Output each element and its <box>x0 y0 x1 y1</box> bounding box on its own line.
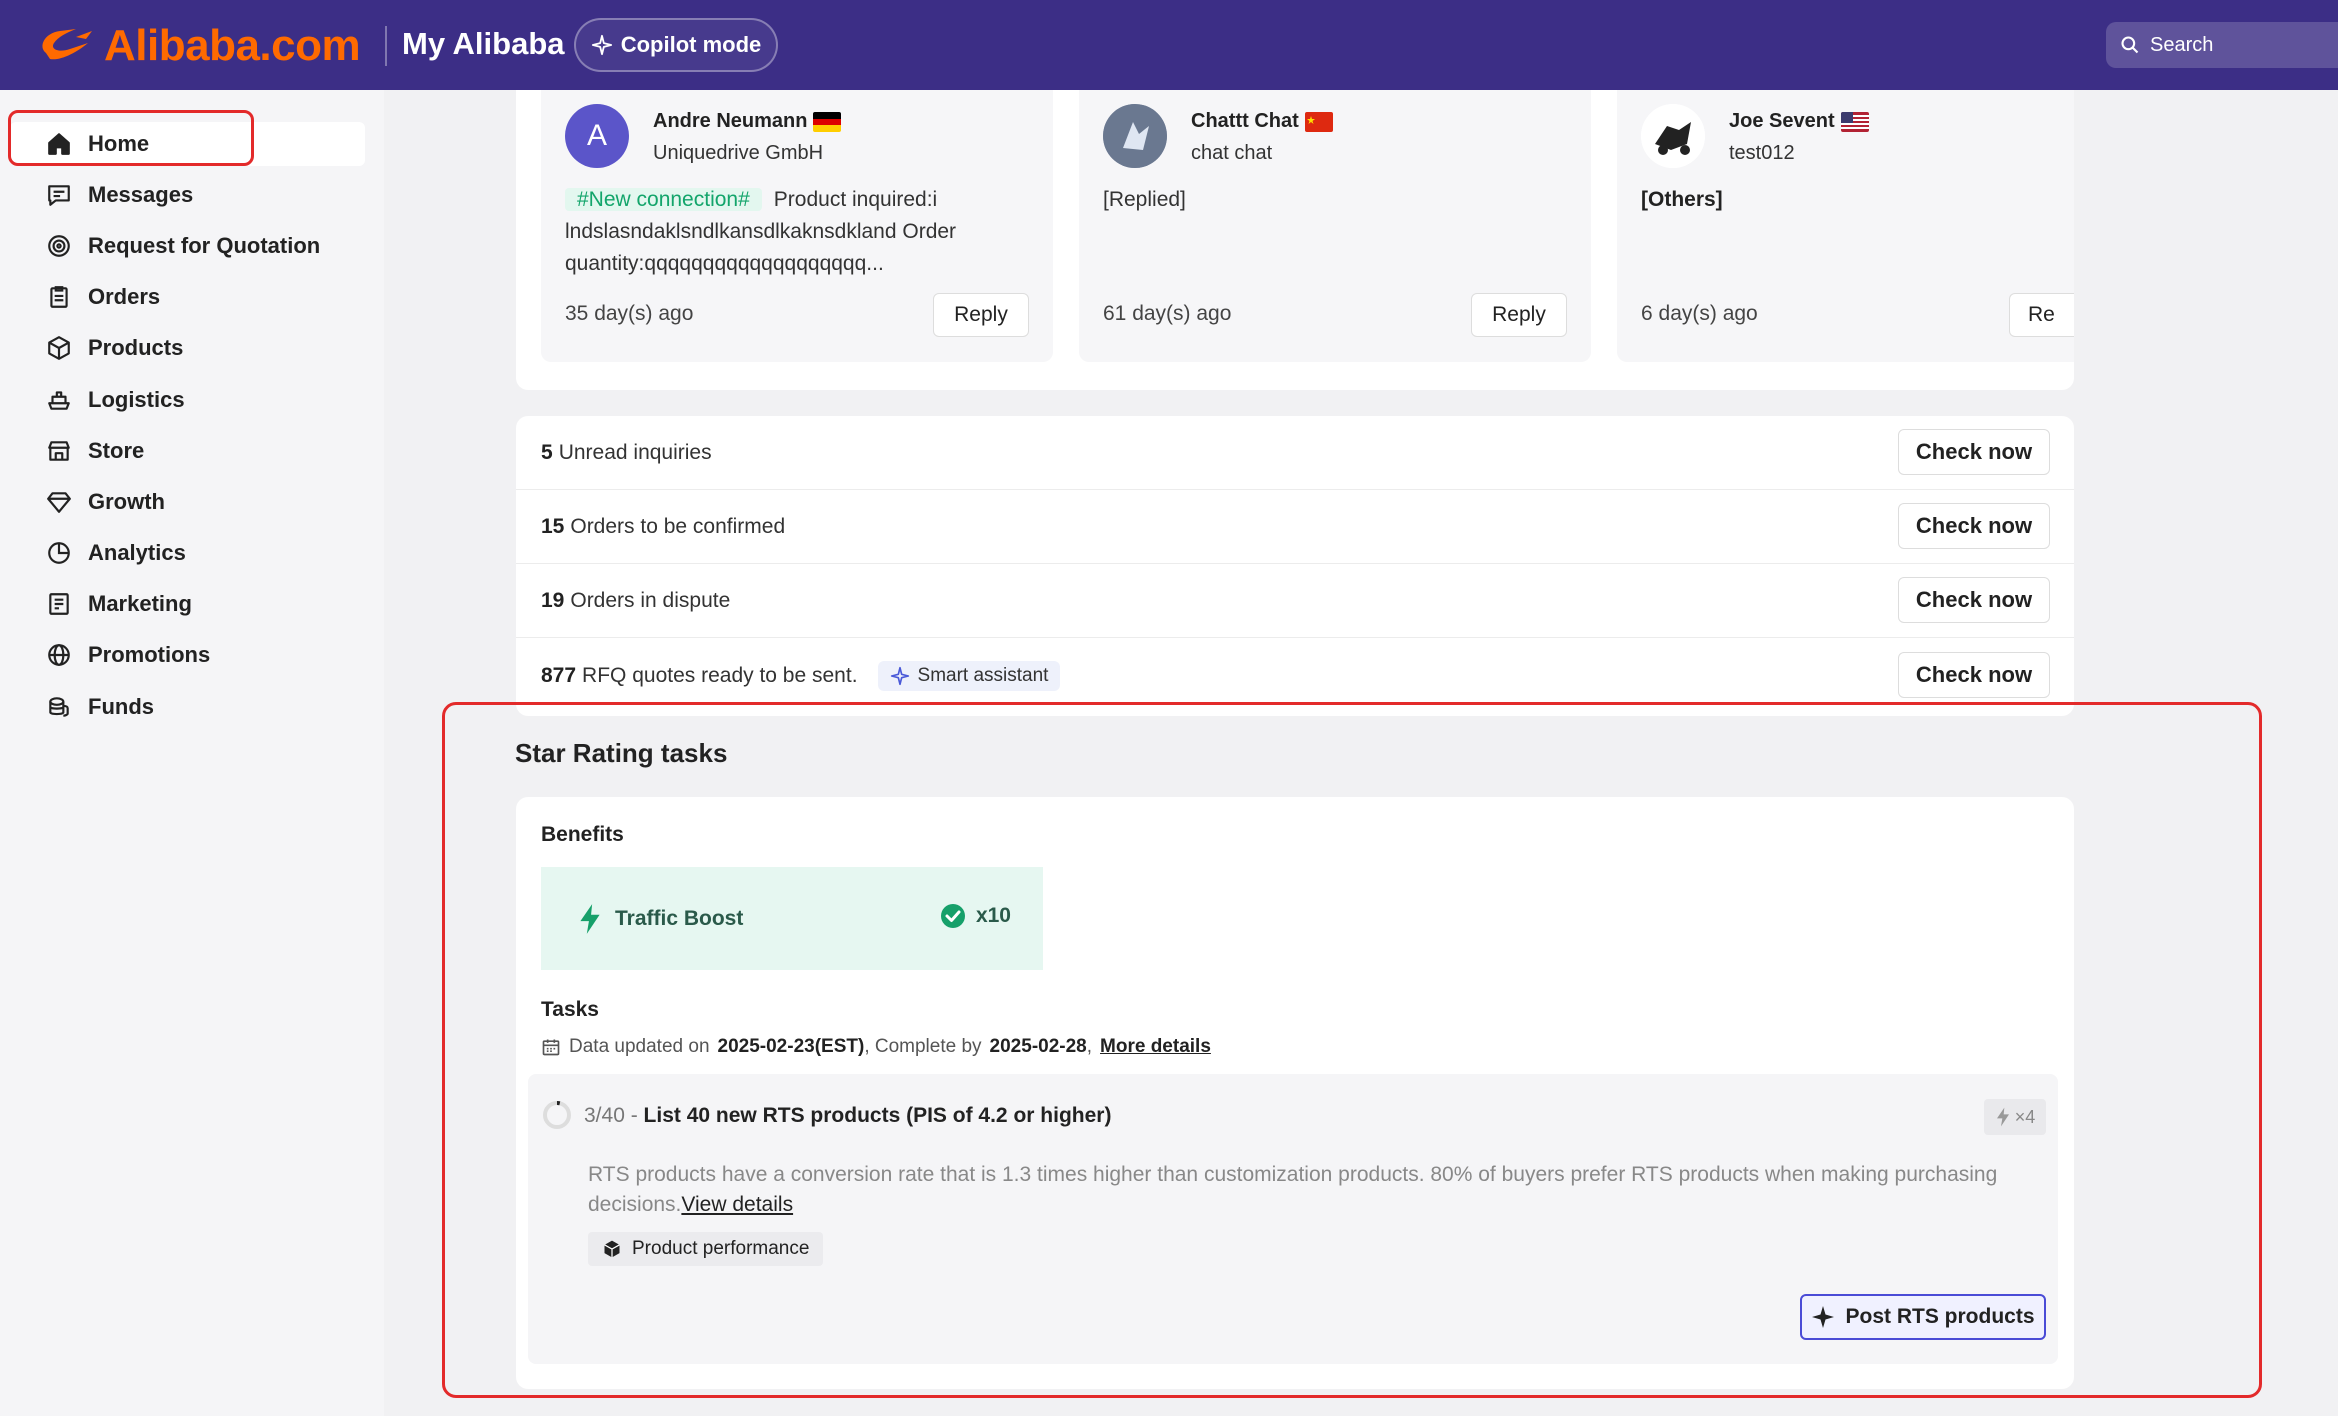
clipboard-icon <box>50 286 68 308</box>
copilot-mode-button[interactable]: Copilot mode <box>574 18 778 72</box>
smart-assistant-badge[interactable]: Smart assistant <box>877 661 1061 691</box>
usa-flag-icon <box>1840 111 1869 132</box>
inquiry-label: Orders in dispute <box>570 588 731 612</box>
contact-name: Andre Neumann <box>653 110 808 132</box>
reply-button[interactable]: Reply <box>1471 293 1567 337</box>
sidebar-item-label: Funds <box>88 694 154 719</box>
sidebar-item-promotions[interactable]: Promotions <box>10 633 365 677</box>
sidebar-item-products[interactable]: Products <box>10 326 365 370</box>
sidebar-item-rfq[interactable]: Request for Quotation <box>10 224 365 268</box>
avatar-image-icon <box>1641 104 1705 168</box>
sidebar-item-funds[interactable]: Funds <box>10 685 365 729</box>
copilot-label: Copilot mode <box>620 32 762 57</box>
sparkle-icon <box>890 666 909 686</box>
sidebar: Home Messages Request for Quotation Orde… <box>0 90 384 1416</box>
sidebar-item-label: Orders <box>88 284 161 309</box>
pie-chart-icon <box>48 542 70 564</box>
inquiries-panel: 5 Unread inquiries Check now 15 Orders t… <box>516 416 2074 716</box>
sidebar-item-growth[interactable]: Growth <box>10 480 365 524</box>
inquiry-count: 15 <box>541 514 565 538</box>
sidebar-item-label: Products <box>88 335 184 360</box>
logo-text: Alibaba.com <box>104 21 361 70</box>
message-time: 61 day(s) ago <box>1103 302 1232 325</box>
reply-button[interactable]: Re <box>2009 293 2074 337</box>
page-title[interactable]: My Alibaba <box>402 26 565 62</box>
contact-name-row: Joe Sevent <box>1729 110 1869 133</box>
highlight-annotation-star-rating <box>442 702 2262 1398</box>
reply-button[interactable]: Reply <box>933 293 1029 337</box>
sidebar-item-label: Promotions <box>88 642 211 667</box>
contact-name: Chattt Chat <box>1191 110 1299 132</box>
ad-icon <box>49 593 69 615</box>
message-preview: #New connection# Product inquired:i lndsl… <box>565 184 1033 280</box>
message-time: 6 day(s) ago <box>1641 302 1758 325</box>
search-input[interactable]: Search <box>2106 22 2338 68</box>
sidebar-item-store[interactable]: Store <box>10 429 365 473</box>
sidebar-item-label: Growth <box>88 489 165 514</box>
inquiry-row: 15 Orders to be confirmed Check now <box>516 490 2074 564</box>
avatar <box>1641 104 1705 168</box>
china-flag-icon <box>1304 111 1333 132</box>
message-preview: [Others] <box>1641 188 1723 211</box>
check-now-button[interactable]: Check now <box>1898 429 2050 475</box>
message-time: 35 day(s) ago <box>565 302 694 325</box>
inquiry-row: 19 Orders in dispute Check now <box>516 564 2074 638</box>
search-icon <box>2121 36 2139 54</box>
message-preview: [Replied] <box>1103 188 1186 211</box>
sidebar-item-label: Messages <box>88 182 194 207</box>
avatar-image-icon <box>1103 104 1167 168</box>
avatar <box>1103 104 1167 168</box>
highlight-annotation-home <box>8 110 254 166</box>
message-card[interactable]: Joe Sevent test012 [Others] 6 day(s) ago… <box>1617 90 2074 362</box>
sidebar-item-label: Logistics <box>88 387 185 412</box>
contact-name-row: Andre Neumann <box>653 110 842 133</box>
contact-company: test012 <box>1729 142 1795 164</box>
sidebar-item-label: Analytics <box>88 540 186 565</box>
check-now-button[interactable]: Check now <box>1898 503 2050 549</box>
sidebar-item-label: Marketing <box>88 591 192 616</box>
alibaba-logo-icon <box>42 29 92 60</box>
contact-name-row: Chattt Chat <box>1191 110 1333 133</box>
inquiry-label: RFQ quotes ready to be sent. <box>582 664 858 687</box>
ship-icon <box>48 391 70 410</box>
sidebar-item-orders[interactable]: Orders <box>10 275 365 319</box>
inquiry-row: 5 Unread inquiries Check now <box>516 416 2074 490</box>
globe-icon <box>48 644 70 666</box>
germany-flag-icon <box>813 111 842 132</box>
inquiry-count: 877 <box>541 664 577 687</box>
message-card[interactable]: A Andre Neumann Uniquedrive GmbH #New co… <box>541 90 1053 362</box>
sidebar-item-label: Request for Quotation <box>88 233 321 258</box>
messages-icon <box>48 185 70 206</box>
top-bar: Alibaba.com My Alibaba Copilot mode Sear… <box>0 0 2338 90</box>
check-now-button[interactable]: Check now <box>1898 577 2050 623</box>
alibaba-logo[interactable]: Alibaba.com <box>36 18 361 74</box>
sidebar-item-analytics[interactable]: Analytics <box>10 531 365 575</box>
sparkle-icon <box>591 34 612 56</box>
inquiry-label: Unread inquiries <box>558 440 712 464</box>
cube-icon <box>48 336 70 360</box>
sidebar-item-logistics[interactable]: Logistics <box>10 378 365 422</box>
sidebar-item-messages[interactable]: Messages <box>10 173 365 217</box>
contact-company: chat chat <box>1191 142 1273 164</box>
contact-company: Uniquedrive GmbH <box>653 142 824 164</box>
check-now-button[interactable]: Check now <box>1898 652 2050 698</box>
sidebar-item-marketing[interactable]: Marketing <box>10 582 365 626</box>
coins-icon <box>49 697 69 717</box>
inquiry-count: 19 <box>541 588 565 612</box>
header-divider <box>385 26 387 66</box>
sidebar-item-label: Store <box>88 438 145 463</box>
avatar: A <box>565 104 629 168</box>
smart-assistant-label: Smart assistant <box>917 665 1049 686</box>
store-icon <box>48 441 70 461</box>
new-connection-tag: #New connection# <box>565 188 762 211</box>
diamond-icon <box>47 492 71 513</box>
inquiry-label: Orders to be confirmed <box>570 514 786 538</box>
search-placeholder: Search <box>2150 33 2214 56</box>
contact-name: Joe Sevent <box>1729 110 1835 132</box>
target-icon <box>48 235 70 257</box>
message-card[interactable]: Chattt Chat chat chat [Replied] 61 day(s… <box>1079 90 1591 362</box>
inquiry-count: 5 <box>541 440 553 464</box>
messages-panel: A Andre Neumann Uniquedrive GmbH #New co… <box>516 90 2074 390</box>
